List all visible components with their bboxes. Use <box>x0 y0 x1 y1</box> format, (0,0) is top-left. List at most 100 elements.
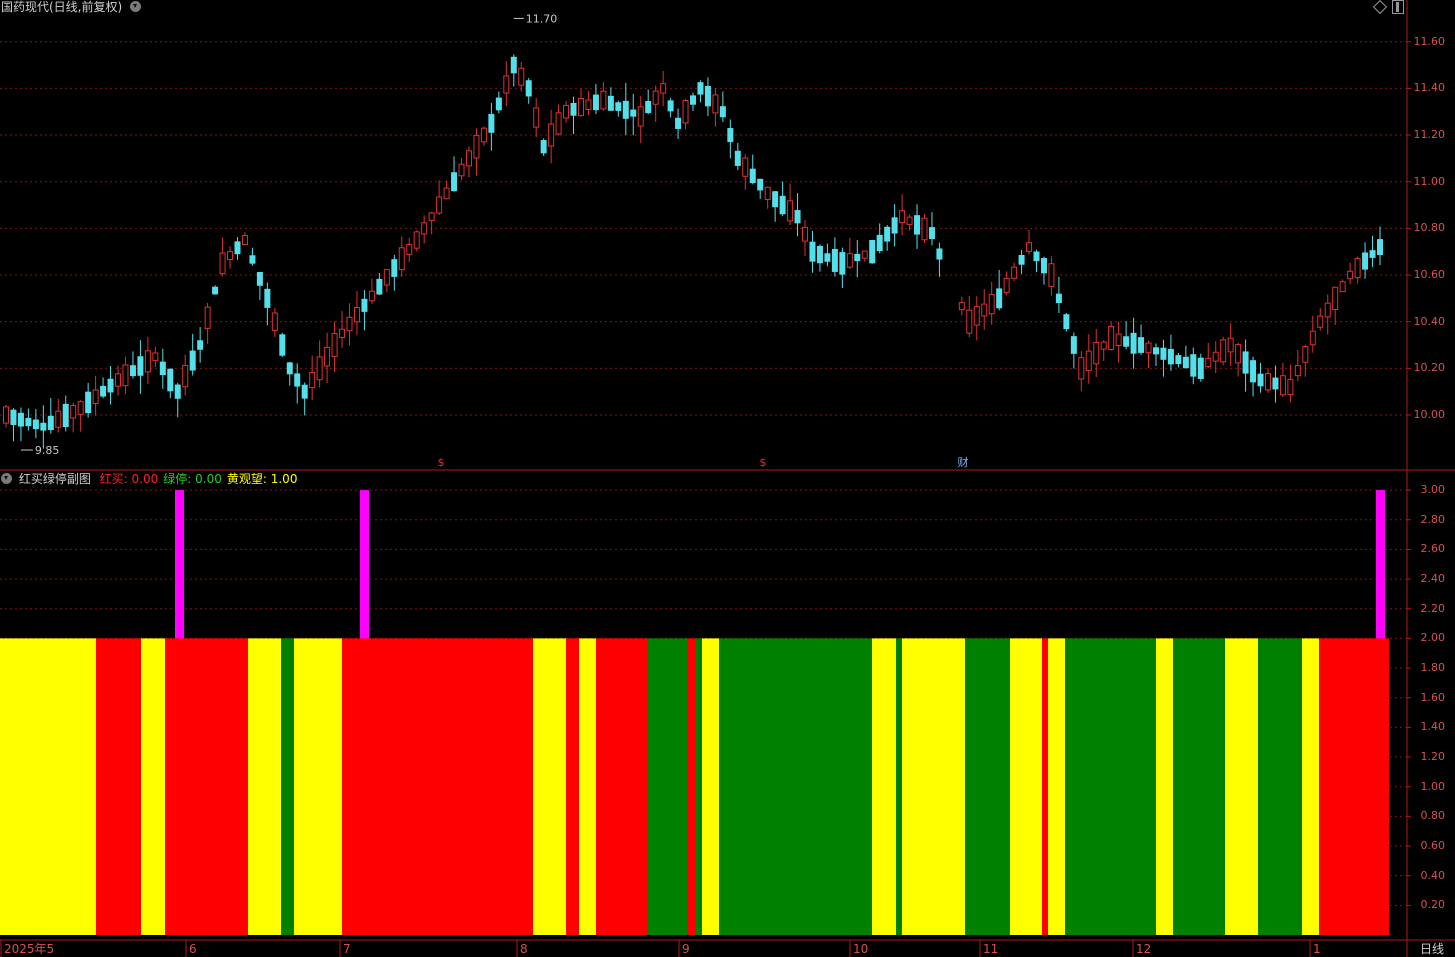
candle-down <box>40 422 47 431</box>
candle-up <box>473 134 480 159</box>
candle-up <box>518 67 525 86</box>
candle-up <box>331 332 338 358</box>
dividend-marker-icon: $ <box>760 456 767 469</box>
indicator-band-yellow <box>702 638 719 935</box>
candle-up <box>271 312 278 331</box>
candle-up <box>1085 350 1092 371</box>
candle-down <box>129 365 136 377</box>
chart-canvas: 11.70 9.85 $ $ 财 <box>0 0 1455 957</box>
candle-up <box>1302 345 1309 363</box>
indicator-band-green <box>965 638 1010 935</box>
candle-down <box>100 385 107 397</box>
candle-down <box>891 217 898 234</box>
candle-up <box>906 216 913 225</box>
candle-down <box>451 172 458 192</box>
indicator-band-green <box>719 638 872 935</box>
indicator-tick-label: 1.00 <box>1420 779 1446 793</box>
indicator-band-yellow <box>0 638 96 935</box>
candle-down <box>212 286 219 295</box>
candle-up <box>1115 333 1122 347</box>
x-tick-label: 2025年5 <box>4 942 55 956</box>
price-tick-label: 10.00 <box>1413 408 1446 421</box>
candle-up <box>1264 373 1271 391</box>
indicator-band-red <box>566 638 579 935</box>
candle-down <box>772 191 779 208</box>
candle-down <box>488 113 495 133</box>
candle-up <box>973 306 980 326</box>
candle-up <box>1235 344 1242 364</box>
indicator-spike <box>1376 490 1385 639</box>
finance-report-marker-icon: 财 <box>958 455 969 469</box>
candle-down <box>592 94 599 111</box>
candle-up <box>577 98 584 117</box>
price-tick-label: 10.40 <box>1413 314 1446 328</box>
candle-up <box>316 356 323 381</box>
candle-down <box>1167 348 1174 365</box>
indicator-band-red <box>596 638 648 935</box>
x-tick-label: 12 <box>1136 942 1152 956</box>
candle-up <box>383 269 390 286</box>
candle-down <box>645 101 652 114</box>
candle-down <box>25 417 32 427</box>
candle-up <box>219 252 226 275</box>
candle-down <box>757 178 764 191</box>
candle-down <box>256 272 263 286</box>
candle-up <box>682 100 689 124</box>
candle-down <box>301 384 308 399</box>
candle-up <box>787 200 794 222</box>
candle-up <box>406 243 413 255</box>
indicator-band-red <box>1042 638 1048 935</box>
indicator-tick-label: 1.20 <box>1420 750 1446 764</box>
candle-up <box>346 316 353 332</box>
candle-down <box>174 384 181 399</box>
candle-down <box>279 334 286 356</box>
candle-up <box>122 364 129 387</box>
indicator-band-red <box>96 638 141 935</box>
indicator-band-yellow <box>579 638 596 935</box>
candle-down <box>1250 360 1257 383</box>
candle-up <box>660 83 667 94</box>
candle-up <box>1093 342 1100 365</box>
candle-down <box>824 253 831 262</box>
candle-down <box>1272 377 1279 390</box>
price-tick-label: 11.40 <box>1413 81 1446 95</box>
candle-up <box>182 364 189 388</box>
period-label[interactable]: 日线 <box>1420 942 1444 956</box>
candle-up <box>764 186 771 200</box>
candle-down <box>376 278 383 295</box>
candle-up <box>458 163 465 177</box>
indicator-band-yellow <box>141 638 165 935</box>
candle-down <box>361 298 368 312</box>
x-tick-label: 6 <box>189 942 197 956</box>
candle-down <box>47 415 54 431</box>
candle-down <box>675 117 682 129</box>
candle-down <box>1152 347 1159 355</box>
candle-down <box>85 391 92 414</box>
candle-down <box>1130 332 1137 354</box>
candle-up <box>309 371 316 389</box>
candle-down <box>234 241 241 255</box>
indicator-tick-label: 2.80 <box>1420 512 1446 526</box>
price-tick-label: 10.20 <box>1413 361 1446 375</box>
candle-up <box>77 401 84 415</box>
candle-down <box>189 350 196 371</box>
candle-up <box>70 405 77 419</box>
candle-down <box>704 85 711 107</box>
indicator-band-yellow <box>1048 638 1065 935</box>
candle-down <box>249 255 256 264</box>
candle-down <box>697 82 704 95</box>
indicator-tick-label: 0.20 <box>1420 898 1446 912</box>
price-tick-label: 10.80 <box>1413 221 1446 235</box>
indicator-tick-label: 1.60 <box>1420 690 1446 704</box>
candle-up <box>55 410 62 428</box>
candle-up <box>428 212 435 221</box>
candle-up <box>712 94 719 114</box>
candle-up <box>846 253 853 268</box>
candle-down <box>869 240 876 264</box>
indicator-tick-label: 2.40 <box>1420 572 1446 586</box>
indicator-band-red <box>165 638 248 935</box>
candle-up <box>981 303 988 317</box>
indicator-band-green <box>648 638 688 935</box>
candle-up <box>1317 315 1324 328</box>
x-tick-label: 11 <box>983 942 999 956</box>
